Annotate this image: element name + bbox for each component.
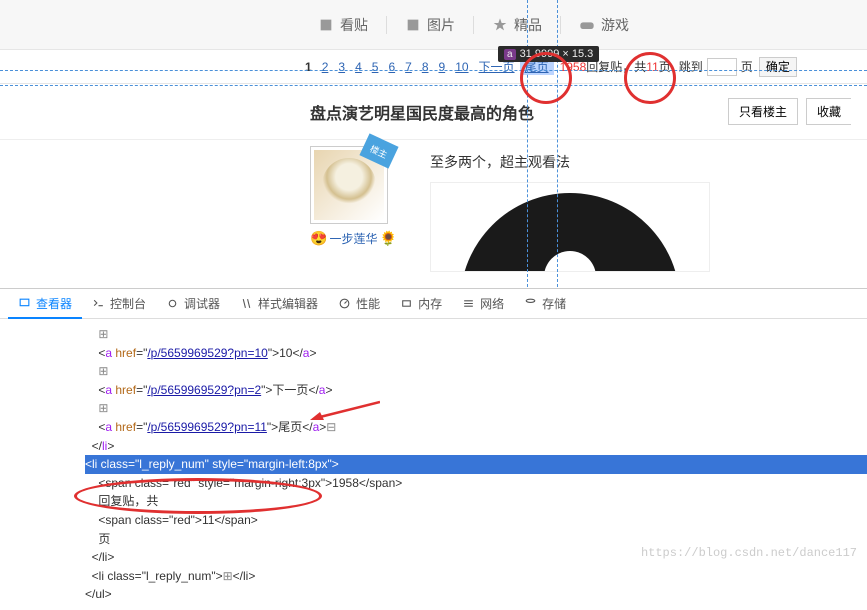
flower-icon: 🌻 (379, 230, 396, 247)
page-6[interactable]: 6 (383, 60, 400, 74)
avatar[interactable]: 楼主 (310, 146, 388, 224)
heart-icon: 😍 (310, 230, 327, 247)
tab-featured-label: 精品 (514, 15, 542, 35)
dt-tab-styles[interactable]: 样式编辑器 (230, 289, 328, 319)
post-image[interactable] (430, 182, 710, 272)
go-button[interactable]: 确定 (759, 57, 797, 77)
devtools-tabs: 查看器 控制台 调试器 样式编辑器 性能 内存 网络 存储 (0, 289, 867, 319)
console-icon (92, 297, 105, 310)
selected-node: ▾<li class="l_reply_num" style="margin-l… (85, 455, 867, 474)
tooltip-dims: 31.9999 × 15.3 (520, 48, 594, 60)
dt-tab-memory[interactable]: 内存 (390, 289, 452, 319)
jump-label: 跳到 (679, 58, 703, 75)
page-10[interactable]: 10 (450, 60, 473, 74)
dt-tab-storage[interactable]: 存储 (514, 289, 576, 319)
forum-tabs: 看贴 图片 精品 游戏 (0, 0, 867, 50)
tab-view[interactable]: 看贴 (300, 0, 386, 50)
post-text: 至多两个，超主观看法 (430, 152, 867, 172)
game-icon (579, 17, 595, 33)
page-4[interactable]: 4 (350, 60, 367, 74)
only-op-button[interactable]: 只看楼主 (728, 98, 798, 125)
note-icon (318, 17, 334, 33)
page-8[interactable]: 8 (417, 60, 434, 74)
dt-tab-inspector[interactable]: 查看器 (8, 289, 82, 319)
page-7[interactable]: 7 (400, 60, 417, 74)
dom-tree[interactable]: ⊞ <a href="/p/5659969529?pn=10">10</a> ⊞… (0, 319, 867, 610)
tab-featured[interactable]: 精品 (474, 0, 560, 50)
dt-tab-network[interactable]: 网络 (452, 289, 514, 319)
dt-tab-perf[interactable]: 性能 (328, 289, 390, 319)
vertical-guide (527, 0, 528, 288)
page-2[interactable]: 2 (317, 60, 334, 74)
collect-button[interactable]: 收藏 (806, 98, 851, 125)
perf-icon (338, 297, 351, 310)
page-9[interactable]: 9 (434, 60, 451, 74)
devtools-panel: 查看器 控制台 调试器 样式编辑器 性能 内存 网络 存储 ⊞ <a href=… (0, 288, 867, 610)
vertical-guide (557, 0, 558, 288)
page-unit: 页 (741, 58, 753, 75)
styles-icon (240, 297, 253, 310)
bug-icon (166, 297, 179, 310)
tab-image[interactable]: 图片 (387, 0, 473, 50)
page-3[interactable]: 3 (333, 60, 350, 74)
tab-game-label: 游戏 (601, 15, 629, 35)
tab-image-label: 图片 (427, 15, 455, 35)
dt-tab-console[interactable]: 控制台 (82, 289, 156, 319)
image-icon (405, 17, 421, 33)
dt-tab-debugger[interactable]: 调试器 (156, 289, 230, 319)
username[interactable]: 😍 一步莲华 🌻 (310, 230, 400, 247)
horizontal-guide (0, 70, 867, 71)
horizontal-guide (0, 85, 867, 86)
pagination-bar: 1 2 3 4 5 6 7 8 9 10 下一页 尾页 1958回复贴，共11页… (0, 50, 867, 84)
page-input[interactable] (707, 58, 737, 76)
memory-icon (400, 297, 413, 310)
thread-title-row: 盘点演艺明星国民度最高的角色 只看楼主 收藏 (0, 84, 867, 140)
tab-view-label: 看贴 (340, 15, 368, 35)
star-icon (492, 17, 508, 33)
watermark: https://blog.csdn.net/dance117 (641, 546, 857, 560)
network-icon (462, 297, 475, 310)
page-1: 1 (300, 60, 317, 74)
inspect-icon (18, 297, 31, 310)
storage-icon (524, 297, 537, 310)
inspect-tooltip: a 31.9999 × 15.3 (498, 46, 599, 62)
thread-title: 盘点演艺明星国民度最高的角色 (310, 100, 720, 124)
tab-game[interactable]: 游戏 (561, 0, 647, 50)
tooltip-tag: a (504, 49, 516, 60)
page-5[interactable]: 5 (367, 60, 384, 74)
post-item: 楼主 😍 一步莲华 🌻 至多两个，超主观看法 (0, 140, 867, 272)
